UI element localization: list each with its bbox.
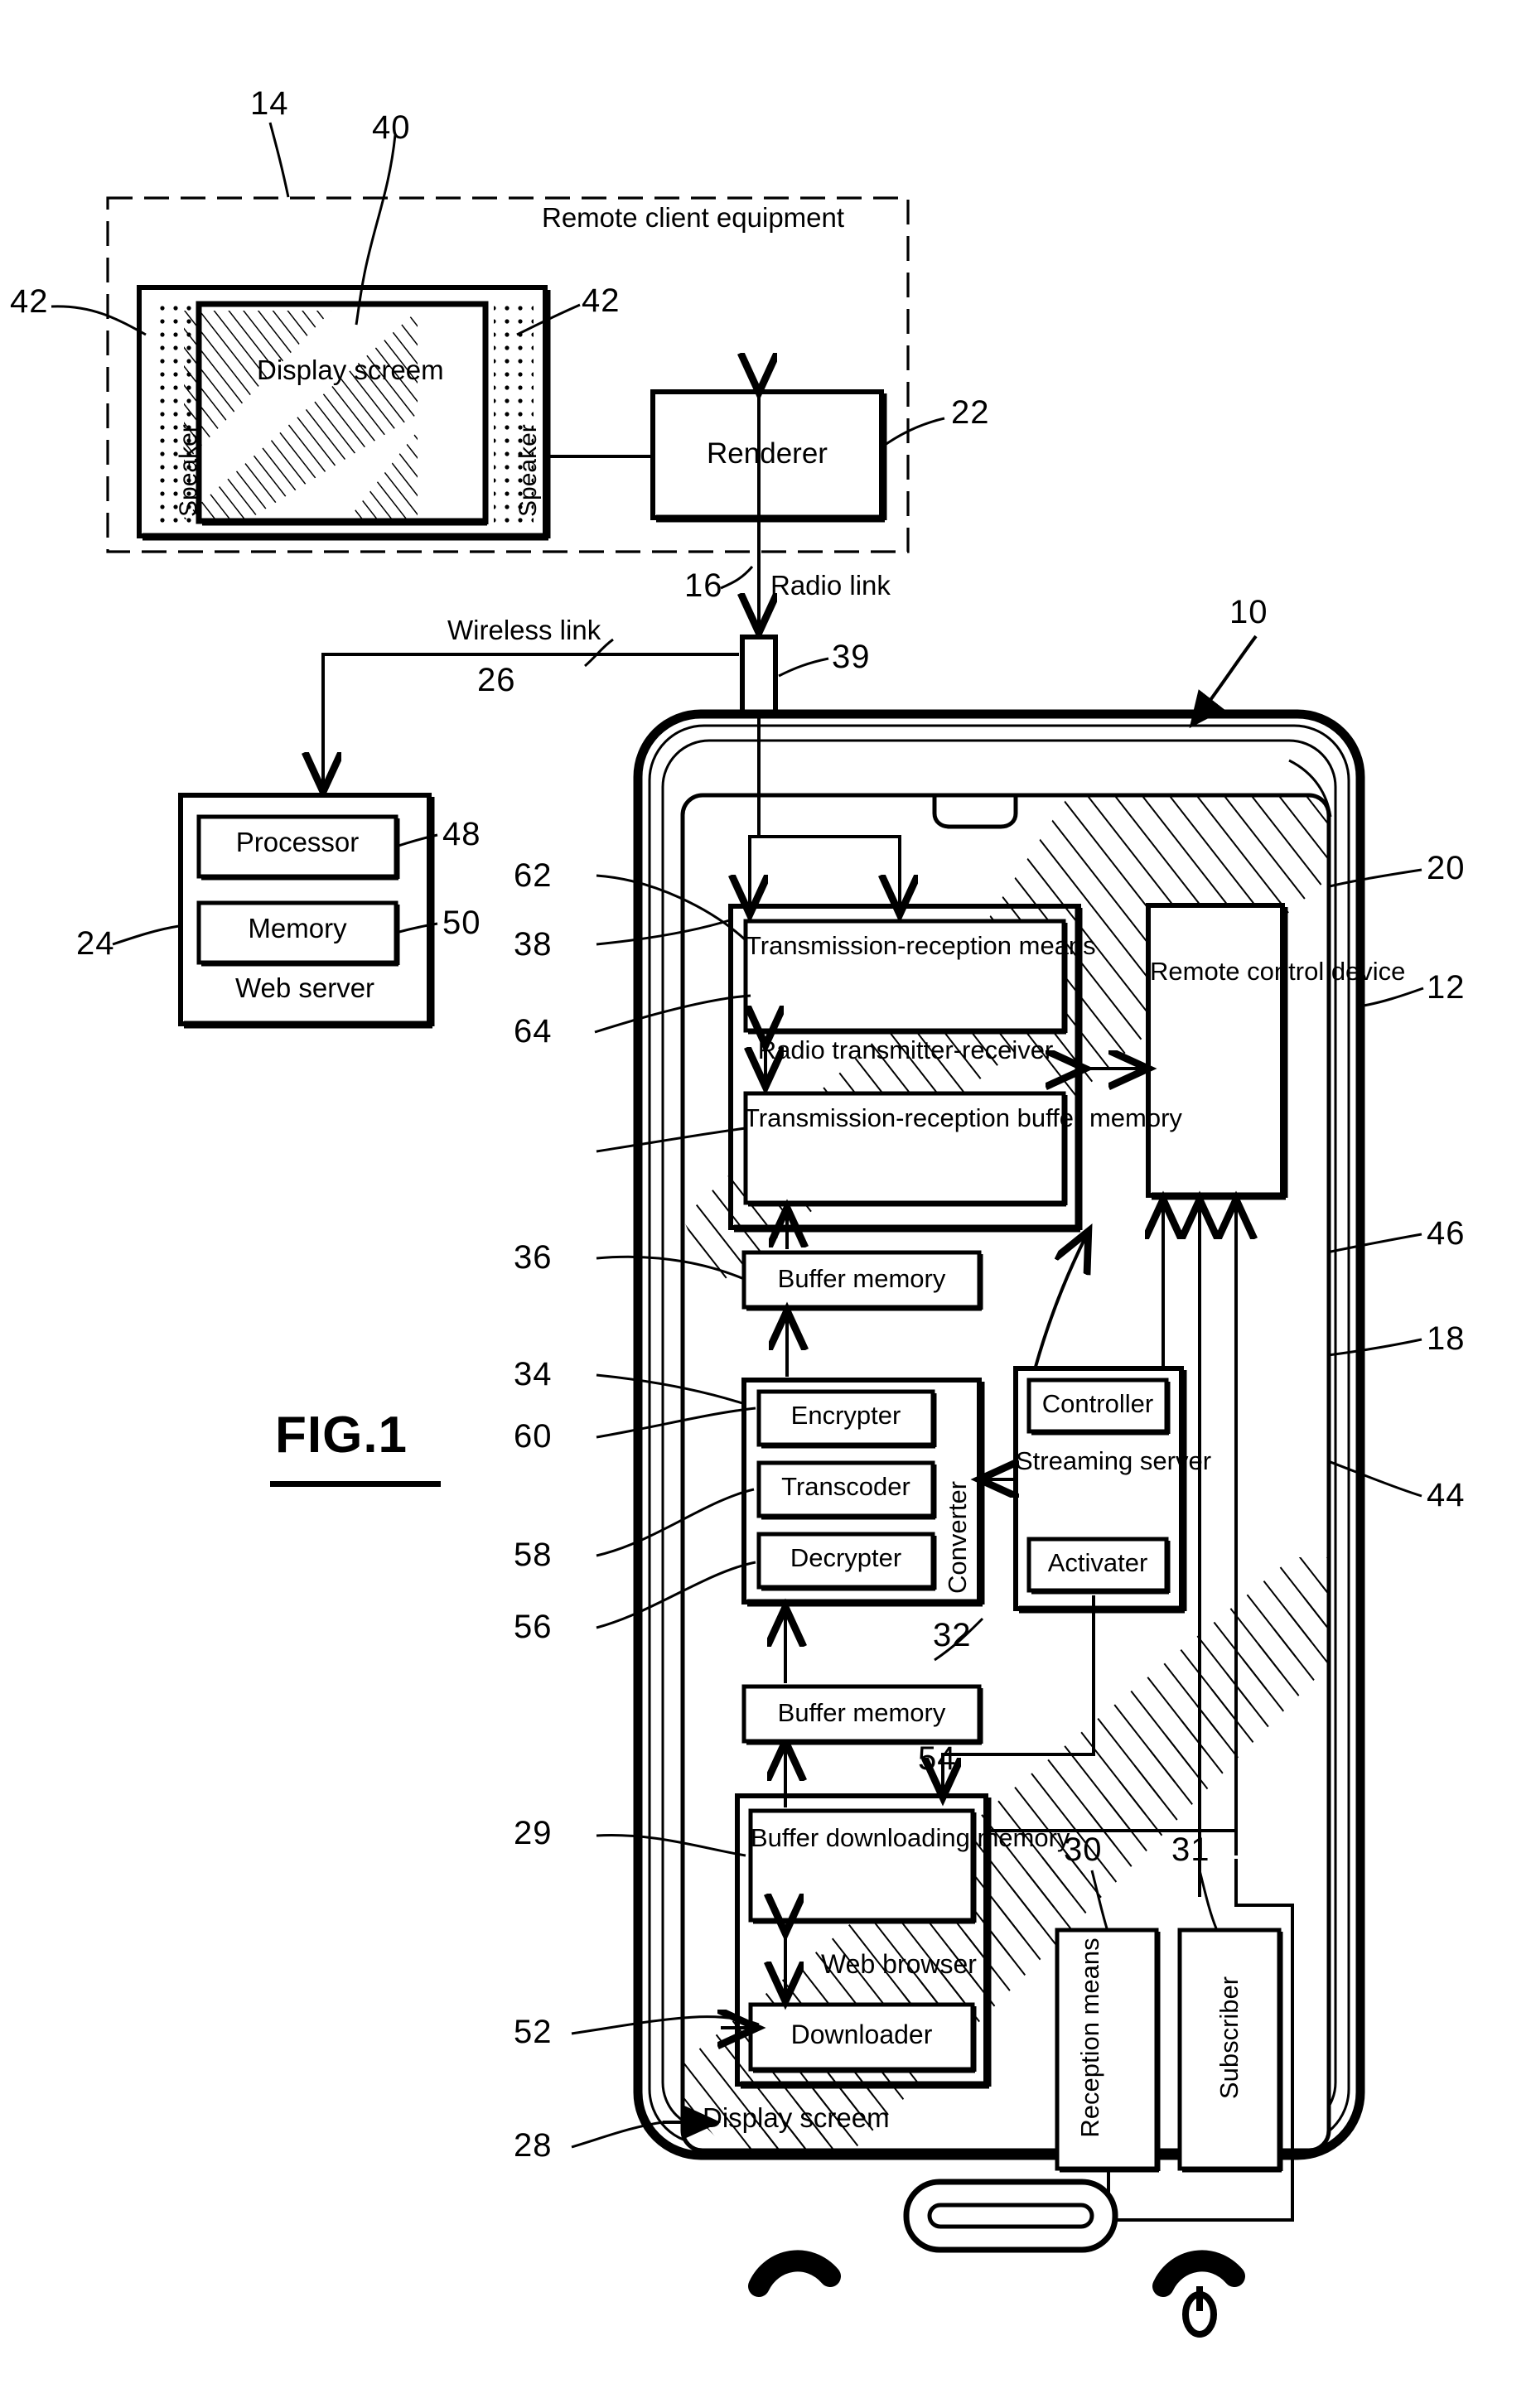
ref-44: 44	[1427, 1477, 1466, 1513]
remote-client-equipment-title: Remote client equipment	[542, 202, 845, 233]
ref-16: 16	[684, 567, 723, 604]
figure-label-underline	[270, 1481, 441, 1487]
ref-36: 36	[514, 1239, 553, 1276]
ref-10: 10	[1229, 594, 1268, 630]
ref-30: 30	[1064, 1831, 1103, 1868]
processor-label: Processor	[235, 827, 360, 857]
tv-display-screen-label: Display screem	[257, 355, 444, 385]
ref-58: 58	[514, 1537, 553, 1573]
ref-50: 50	[442, 905, 481, 941]
ref-60: 60	[514, 1418, 553, 1455]
radio-link-label: Radio link	[770, 570, 891, 601]
ref-26: 26	[477, 662, 516, 698]
ref-12: 12	[1427, 969, 1466, 1006]
decrypter-label: Decrypter	[790, 1543, 902, 1572]
converter-label: Converter	[943, 1480, 972, 1594]
phone-display-screen-label: Display screem	[703, 2102, 890, 2133]
ref-46: 46	[1427, 1215, 1466, 1252]
ref-32: 32	[933, 1617, 972, 1653]
wireless-link-label: Wireless link	[447, 615, 601, 645]
transcoder-label: Transcoder	[781, 1472, 910, 1501]
ref-18: 18	[1427, 1320, 1466, 1357]
ref-20: 20	[1427, 850, 1466, 886]
web-browser-label: Web browser	[821, 1949, 977, 1979]
ref-24: 24	[76, 925, 115, 962]
web-server-title: Web server	[234, 972, 375, 1003]
speaker-right-label: Speaker	[514, 424, 542, 517]
ref-54: 54	[918, 1740, 957, 1777]
figure-label: FIG.1	[275, 1407, 408, 1464]
ref-64: 64	[514, 1013, 553, 1050]
ref-34: 34	[514, 1356, 553, 1392]
downloader-label: Downloader	[790, 2020, 933, 2049]
ref-40: 40	[372, 109, 411, 146]
ref-28: 28	[514, 2127, 553, 2164]
ref-42-left: 42	[10, 283, 49, 320]
radio-transmitter-receiver-label: Radio transmitter-receiver	[757, 1035, 1054, 1064]
ref-22: 22	[951, 394, 990, 431]
ref-52: 52	[514, 2014, 553, 2050]
reception-means-label: Reception means	[1075, 1937, 1104, 2138]
buffer-memory-upper-label: Buffer memory	[777, 1264, 946, 1293]
activater-label: Activater	[1047, 1548, 1148, 1577]
buffer-memory-lower-label: Buffer memory	[777, 1698, 946, 1727]
ref-42-right: 42	[582, 282, 621, 319]
ref-14: 14	[250, 85, 289, 122]
memory-label: Memory	[248, 913, 347, 943]
ref-31: 31	[1171, 1831, 1210, 1868]
controller-label: Controller	[1041, 1389, 1154, 1418]
streaming-server-label: Streaming server	[1016, 1446, 1212, 1475]
renderer-label: Renderer	[707, 437, 828, 470]
encrypter-label: Encrypter	[790, 1401, 901, 1430]
patent-figure-canvas: FIG.1 14 Remote client equipment 40 42 4…	[0, 0, 1531, 2408]
ref-48: 48	[442, 816, 481, 852]
buffer-downloading-memory-label: Buffer downloading memory	[751, 1823, 1070, 1852]
remote-control-device-label: Remote control device	[1150, 957, 1406, 986]
ref-29: 29	[514, 1815, 553, 1851]
ref-39: 39	[832, 639, 871, 675]
ref-62: 62	[514, 857, 553, 894]
ref-56: 56	[514, 1609, 553, 1645]
transmission-reception-means-label: Transmission-reception means	[746, 931, 1096, 960]
transmission-reception-buffer-memory-label: Transmission-reception buffer memory	[744, 1103, 1182, 1132]
subscriber-label: Subscriber	[1215, 1976, 1244, 2100]
speaker-left-label: Speaker	[175, 424, 202, 517]
ref-38: 38	[514, 926, 553, 963]
